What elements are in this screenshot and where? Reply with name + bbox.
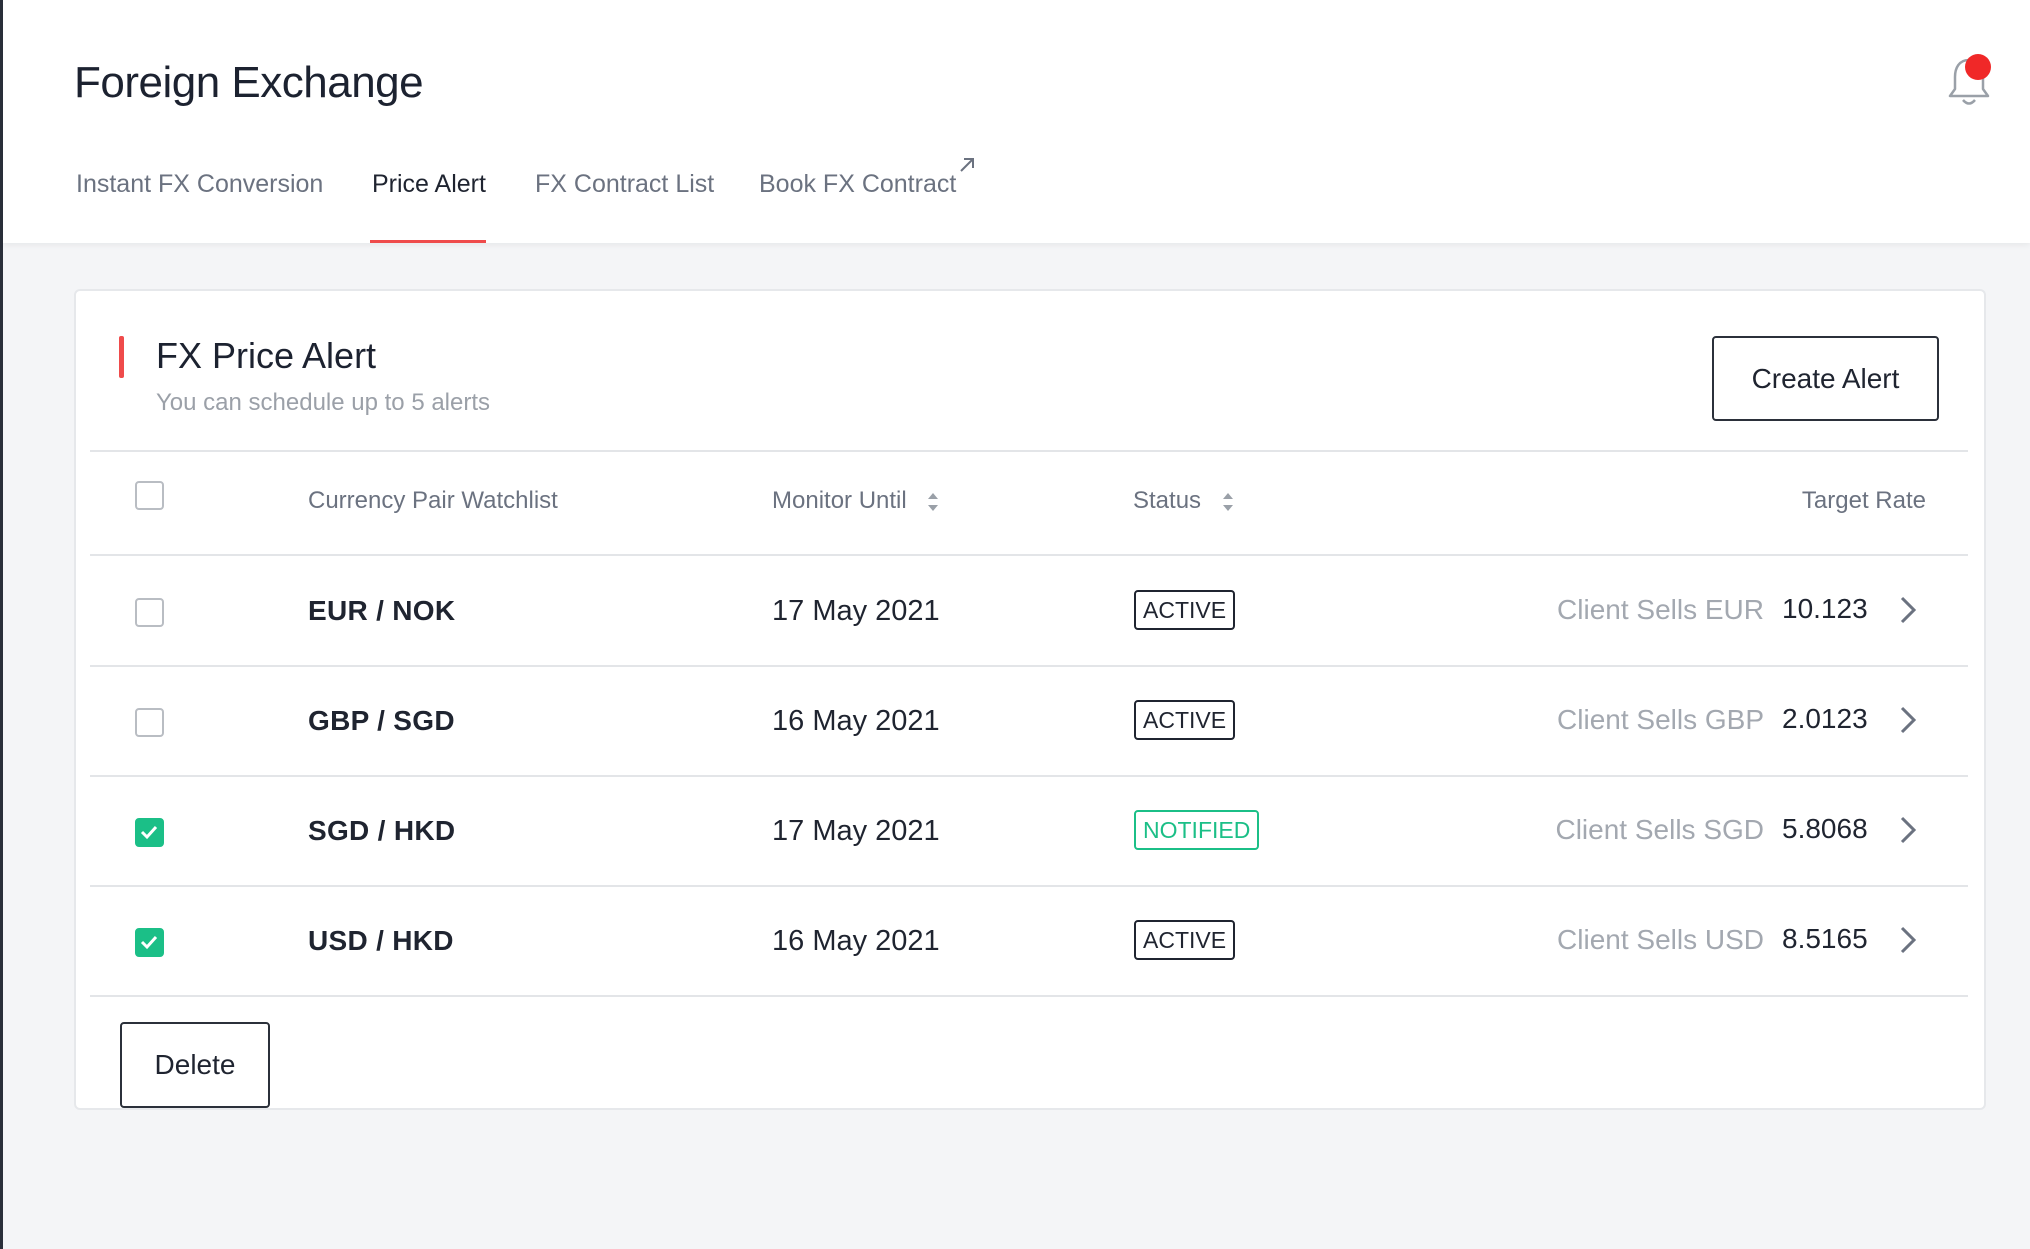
checkmark-icon <box>140 825 158 840</box>
tab-label: Price Alert <box>372 170 486 198</box>
row-checkbox[interactable] <box>135 708 164 737</box>
select-all-checkbox[interactable] <box>135 481 164 510</box>
delete-button[interactable]: Delete <box>120 1022 270 1108</box>
target-rate-value: 8.5165 <box>1782 923 1868 954</box>
tab-label: Instant FX Conversion <box>76 170 324 198</box>
page-title: Foreign Exchange <box>74 58 424 107</box>
create-alert-button[interactable]: Create Alert <box>1712 336 1939 421</box>
status-badge: ACTIVE <box>1134 700 1236 740</box>
table-row[interactable]: GBP / SGD 16 May 2021 ACTIVE Client Sell… <box>76 666 1984 776</box>
tab-price-alert[interactable]: Price Alert <box>370 170 486 244</box>
tab-label: FX Contract List <box>535 170 715 198</box>
column-header-monitor-until[interactable]: Monitor Until <box>772 487 939 515</box>
monitor-until-date: 17 May 2021 <box>772 595 940 627</box>
tab-label: Book FX Contract <box>759 170 957 198</box>
chevron-right-icon[interactable] <box>1898 594 1918 626</box>
chevron-right-icon[interactable] <box>1898 704 1918 736</box>
target-rate-value: 5.8068 <box>1782 813 1868 844</box>
notification-dot <box>1965 54 1991 80</box>
chevron-right-icon[interactable] <box>1898 814 1918 846</box>
monitor-until-date: 16 May 2021 <box>772 925 940 957</box>
currency-pair: EUR / NOK <box>308 595 456 626</box>
checkmark-icon <box>140 935 158 950</box>
table-header: Currency Pair Watchlist Monitor Until St… <box>76 451 1984 551</box>
divider <box>90 995 1968 997</box>
column-header-label: Status <box>1133 487 1202 514</box>
tab-instant-fx-conversion[interactable]: Instant FX Conversion <box>76 170 323 244</box>
title-accent-bar <box>119 336 124 378</box>
status-badge: ACTIVE <box>1134 590 1236 630</box>
table-row[interactable]: SGD / HKD 17 May 2021 NOTIFIED Client Se… <box>76 776 1984 886</box>
external-link-icon <box>960 158 974 172</box>
currency-pair: USD / HKD <box>308 925 454 956</box>
monitor-until-date: 16 May 2021 <box>772 705 940 737</box>
status-badge: NOTIFIED <box>1134 810 1260 850</box>
client-side-label: Client Sells USD <box>1557 924 1764 955</box>
client-side-label: Client Sells SGD <box>1555 814 1764 845</box>
row-checkbox[interactable] <box>135 818 164 847</box>
price-alert-card: FX Price Alert You can schedule up to 5 … <box>74 289 1986 1110</box>
column-header-label: Monitor Until <box>772 487 907 514</box>
column-header-pair: Currency Pair Watchlist <box>308 487 558 514</box>
column-header-status[interactable]: Status <box>1133 487 1234 515</box>
table-row[interactable]: USD / HKD 16 May 2021 ACTIVE Client Sell… <box>76 886 1984 996</box>
sort-icon <box>1222 492 1233 511</box>
target-rate-value: 2.0123 <box>1782 703 1868 734</box>
monitor-until-date: 17 May 2021 <box>772 815 940 847</box>
sort-icon <box>928 492 939 511</box>
card-subtitle: You can schedule up to 5 alerts <box>156 389 491 416</box>
target-rate-value: 10.123 <box>1782 593 1868 624</box>
client-side-label: Client Sells GBP <box>1557 704 1764 735</box>
column-header-target-rate: Target Rate <box>1801 487 1926 514</box>
client-side-label: Client Sells EUR <box>1557 594 1764 625</box>
currency-pair: SGD / HKD <box>308 815 456 846</box>
tab-book-fx-contract[interactable]: Book FX Contract <box>759 170 956 244</box>
row-checkbox[interactable] <box>135 598 164 627</box>
row-checkbox[interactable] <box>135 928 164 957</box>
card-title: FX Price Alert <box>156 335 377 376</box>
chevron-right-icon[interactable] <box>1898 924 1918 956</box>
currency-pair: GBP / SGD <box>308 705 455 736</box>
table-row[interactable]: EUR / NOK 17 May 2021 ACTIVE Client Sell… <box>76 556 1984 666</box>
status-badge: ACTIVE <box>1134 920 1236 960</box>
page-header: Foreign Exchange Instant FX Conversion P… <box>3 0 2030 243</box>
tab-fx-contract-list[interactable]: FX Contract List <box>535 170 714 244</box>
